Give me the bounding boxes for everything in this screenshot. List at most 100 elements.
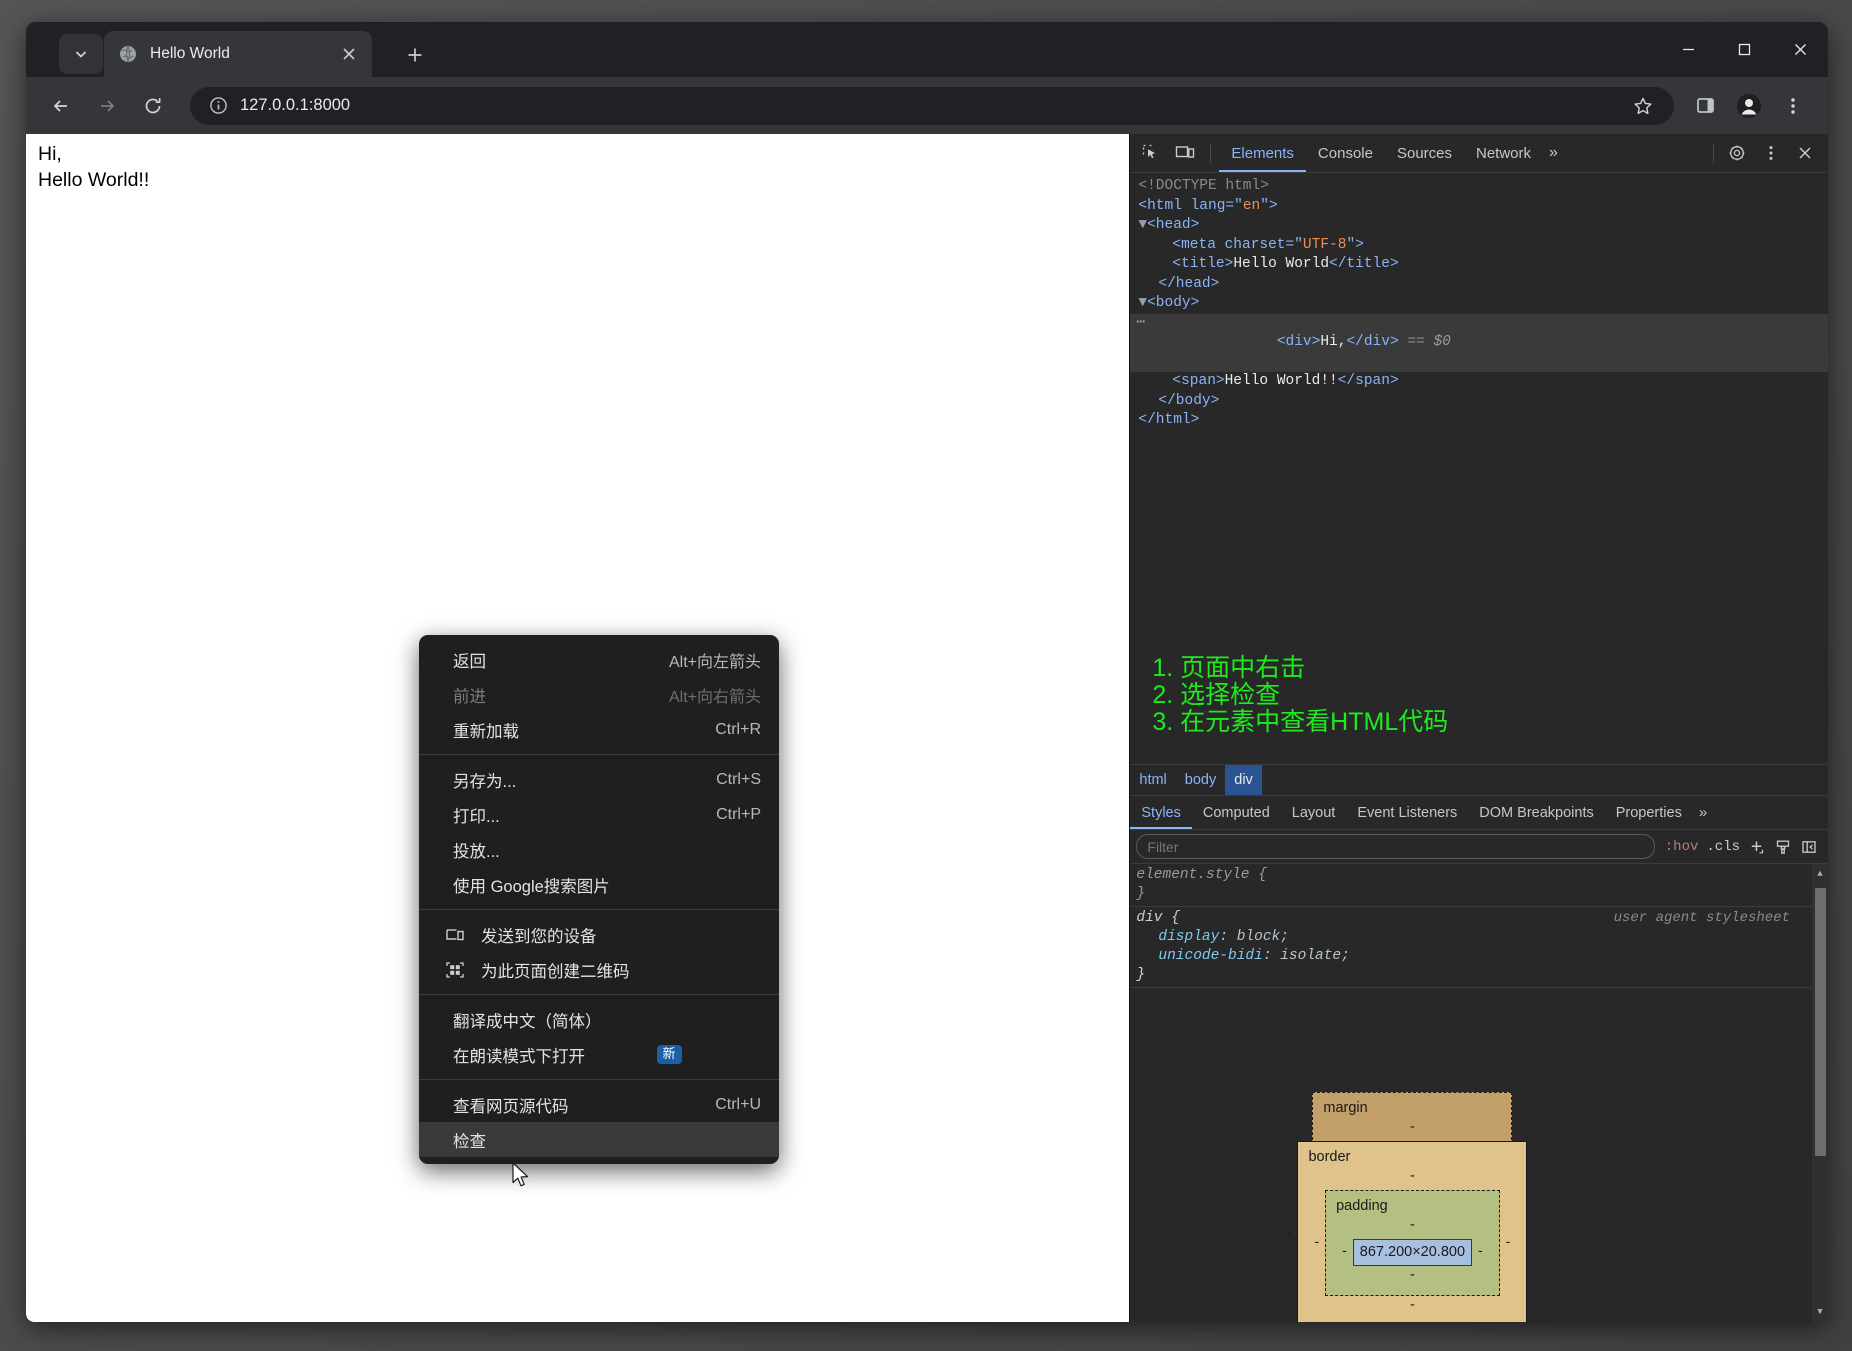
devtools-tab-sources[interactable]: Sources [1385, 135, 1464, 172]
context-menu-item-view-page-source[interactable]: 查看网页源代码 Ctrl+U [419, 1087, 779, 1122]
styles-scrollbar[interactable]: ▲ ▼ [1812, 864, 1828, 1322]
box-model-border-top[interactable]: - [1308, 1167, 1516, 1186]
dom-line-body[interactable]: ▼<body> [1130, 294, 1828, 314]
devtools-tab-elements[interactable]: Elements [1219, 135, 1306, 172]
context-menu-item-back[interactable]: 返回 Alt+向左箭头 [419, 642, 779, 677]
window-maximize-button[interactable] [1716, 22, 1772, 77]
tab-event-listeners[interactable]: Event Listeners [1346, 797, 1468, 829]
dom-line-title[interactable]: <title>Hello World</title> [1130, 255, 1828, 275]
window-close-button[interactable] [1772, 22, 1828, 77]
cls-toggle[interactable]: .cls [1702, 839, 1744, 855]
url-text[interactable]: 127.0.0.1:8000 [240, 96, 1626, 115]
info-circle-icon[interactable] [204, 92, 232, 120]
tab-close-icon[interactable] [336, 41, 362, 67]
box-model-border-right[interactable]: - [1500, 1232, 1517, 1251]
more-styles-tabs-chevrons-right-icon[interactable]: » [1693, 804, 1713, 821]
styles-pane[interactable]: element.style { } div { user agent style… [1130, 863, 1828, 1322]
more-tabs-chevrons-right-icon[interactable]: » [1543, 144, 1564, 162]
device-toolbar-icon[interactable] [1168, 138, 1202, 168]
breadcrumb-item-html[interactable]: html [1130, 765, 1175, 795]
styles-tab-bar: Styles Computed Layout Event Listeners D… [1130, 795, 1828, 830]
menu-item-accelerator: Alt+向右箭头 [668, 688, 761, 706]
context-menu-item-inspect[interactable]: 检查 [419, 1122, 779, 1157]
devtools-close-icon[interactable] [1788, 138, 1822, 168]
context-menu-item-print[interactable]: 打印... Ctrl+P [419, 797, 779, 832]
box-model-border-left[interactable]: - [1308, 1232, 1325, 1251]
dom-line-html[interactable]: <html lang="en"> [1130, 197, 1828, 217]
context-menu-item-open-in-reading-mode[interactable]: 在朗读模式下打开 新 [419, 1037, 779, 1072]
tab-computed[interactable]: Computed [1192, 797, 1281, 829]
declaration-unicode-bidi[interactable]: unicode-bidi: isolate; [1136, 947, 1828, 966]
dom-line-body-close[interactable]: </body> [1130, 392, 1828, 412]
devtools-panel: Elements Console Sources Network » <!DOC… [1129, 134, 1828, 1322]
address-bar[interactable]: 127.0.0.1:8000 [190, 86, 1674, 125]
style-rule-element-style[interactable]: element.style { } [1130, 864, 1828, 908]
box-model-margin[interactable]: margin - - border - - padding - - 867.20… [1287, 1092, 1538, 1322]
node-badge-icon[interactable]: ⋯ [1136, 314, 1146, 334]
new-style-rule-plus-icon[interactable] [1744, 835, 1770, 859]
tab-dom-breakpoints[interactable]: DOM Breakpoints [1468, 797, 1604, 829]
breadcrumb-item-div[interactable]: div [1225, 765, 1262, 796]
forward-button[interactable] [86, 85, 128, 127]
profile-avatar-icon[interactable] [1728, 85, 1770, 127]
dom-line-div-selected[interactable]: ⋯ <div>Hi,</div> == $0 [1130, 313, 1828, 372]
window-minimize-button[interactable] [1660, 22, 1716, 77]
devtools-menu-icon[interactable] [1754, 138, 1788, 168]
box-model-content-size[interactable]: 867.200×20.800 [1352, 1239, 1473, 1267]
dom-line-html-close[interactable]: </html> [1130, 411, 1828, 431]
declaration-display[interactable]: display: block; [1136, 928, 1828, 947]
box-model-margin-top[interactable]: - [1323, 1118, 1501, 1137]
dom-line-doctype[interactable]: <!DOCTYPE html> [1130, 177, 1828, 197]
context-menu-item-forward[interactable]: 前进 Alt+向右箭头 [419, 677, 779, 712]
context-menu-item-reload[interactable]: 重新加载 Ctrl+R [419, 712, 779, 747]
box-model-border-bottom[interactable]: - [1308, 1296, 1516, 1315]
context-menu-item-create-qr-code[interactable]: 为此页面创建二维码 [419, 952, 779, 987]
box-model-padding-left[interactable]: - [1336, 1241, 1353, 1260]
context-menu-item-cast[interactable]: 投放... [419, 832, 779, 867]
back-button[interactable] [40, 85, 82, 127]
box-model-padding-top[interactable]: - [1336, 1216, 1489, 1235]
dom-tree[interactable]: <!DOCTYPE html> <html lang="en"> ▼<head>… [1130, 173, 1828, 765]
dom-line-span[interactable]: <span>Hello World!!</span> [1130, 372, 1828, 392]
box-model-padding[interactable]: padding - - 867.200×20.800 - - [1325, 1190, 1500, 1297]
devtools-tab-console[interactable]: Console [1306, 135, 1385, 172]
box-model-diagram[interactable]: margin - - border - - padding - - 867.20… [1287, 1092, 1538, 1322]
side-panel-icon[interactable] [1684, 85, 1726, 127]
devtools-tab-network[interactable]: Network [1464, 135, 1543, 172]
style-rule-div[interactable]: div { user agent stylesheet display: blo… [1130, 907, 1828, 989]
screen: Hello World 127.0.0.1:8000 Hi, Hello Wor… [0, 0, 1852, 1351]
dom-line-head-close[interactable]: </head> [1130, 275, 1828, 295]
context-menu-item-send-to-device[interactable]: 发送到您的设备 [419, 917, 779, 952]
tab-search-chevron-down-icon[interactable] [59, 34, 103, 74]
box-model-margin-right[interactable]: - [1527, 1223, 1544, 1242]
filter-input[interactable] [1136, 834, 1655, 860]
bookmark-star-icon[interactable] [1626, 89, 1660, 123]
tab-styles[interactable]: Styles [1130, 797, 1192, 829]
element-classes-paintbrush-icon[interactable] [1770, 835, 1796, 859]
breadcrumb-item-body[interactable]: body [1176, 765, 1225, 795]
menu-item-label: 在朗读模式下打开 [453, 1047, 585, 1066]
new-tab-plus-icon[interactable] [399, 39, 431, 71]
gear-icon[interactable] [1720, 138, 1754, 168]
box-model-padding-right[interactable]: - [1472, 1241, 1489, 1260]
box-model-border[interactable]: border - - padding - - 867.200×20.800 - … [1297, 1141, 1528, 1322]
context-menu-item-search-image-google[interactable]: 使用 Google搜索图片 [419, 867, 779, 902]
context-menu-item-translate[interactable]: 翻译成中文（简体） [419, 1002, 779, 1037]
context-menu[interactable]: 返回 Alt+向左箭头 前进 Alt+向右箭头 重新加载 Ctrl+R 另存为.… [419, 635, 779, 1164]
browser-tab[interactable]: Hello World [104, 31, 372, 77]
scrollbar-up-triangle-up-icon[interactable]: ▲ [1812, 864, 1828, 884]
reload-button[interactable] [132, 85, 174, 127]
dom-line-meta[interactable]: <meta charset="UTF-8"> [1130, 236, 1828, 256]
tab-properties[interactable]: Properties [1605, 797, 1693, 829]
hov-toggle[interactable]: :hov [1661, 839, 1703, 855]
tab-layout[interactable]: Layout [1281, 797, 1347, 829]
box-model-margin-left[interactable]: - [1281, 1223, 1298, 1242]
box-model-padding-bottom[interactable]: - [1336, 1266, 1489, 1285]
browser-menu-icon[interactable] [1772, 85, 1814, 127]
inspect-element-icon[interactable] [1134, 138, 1168, 168]
scrollbar-down-triangle-down-icon[interactable]: ▼ [1812, 1302, 1828, 1322]
scrollbar-thumb[interactable] [1815, 888, 1826, 1157]
context-menu-item-save-as[interactable]: 另存为... Ctrl+S [419, 762, 779, 797]
dom-line-head[interactable]: ▼<head> [1130, 216, 1828, 236]
toggle-sidebar-icon[interactable] [1796, 835, 1822, 859]
